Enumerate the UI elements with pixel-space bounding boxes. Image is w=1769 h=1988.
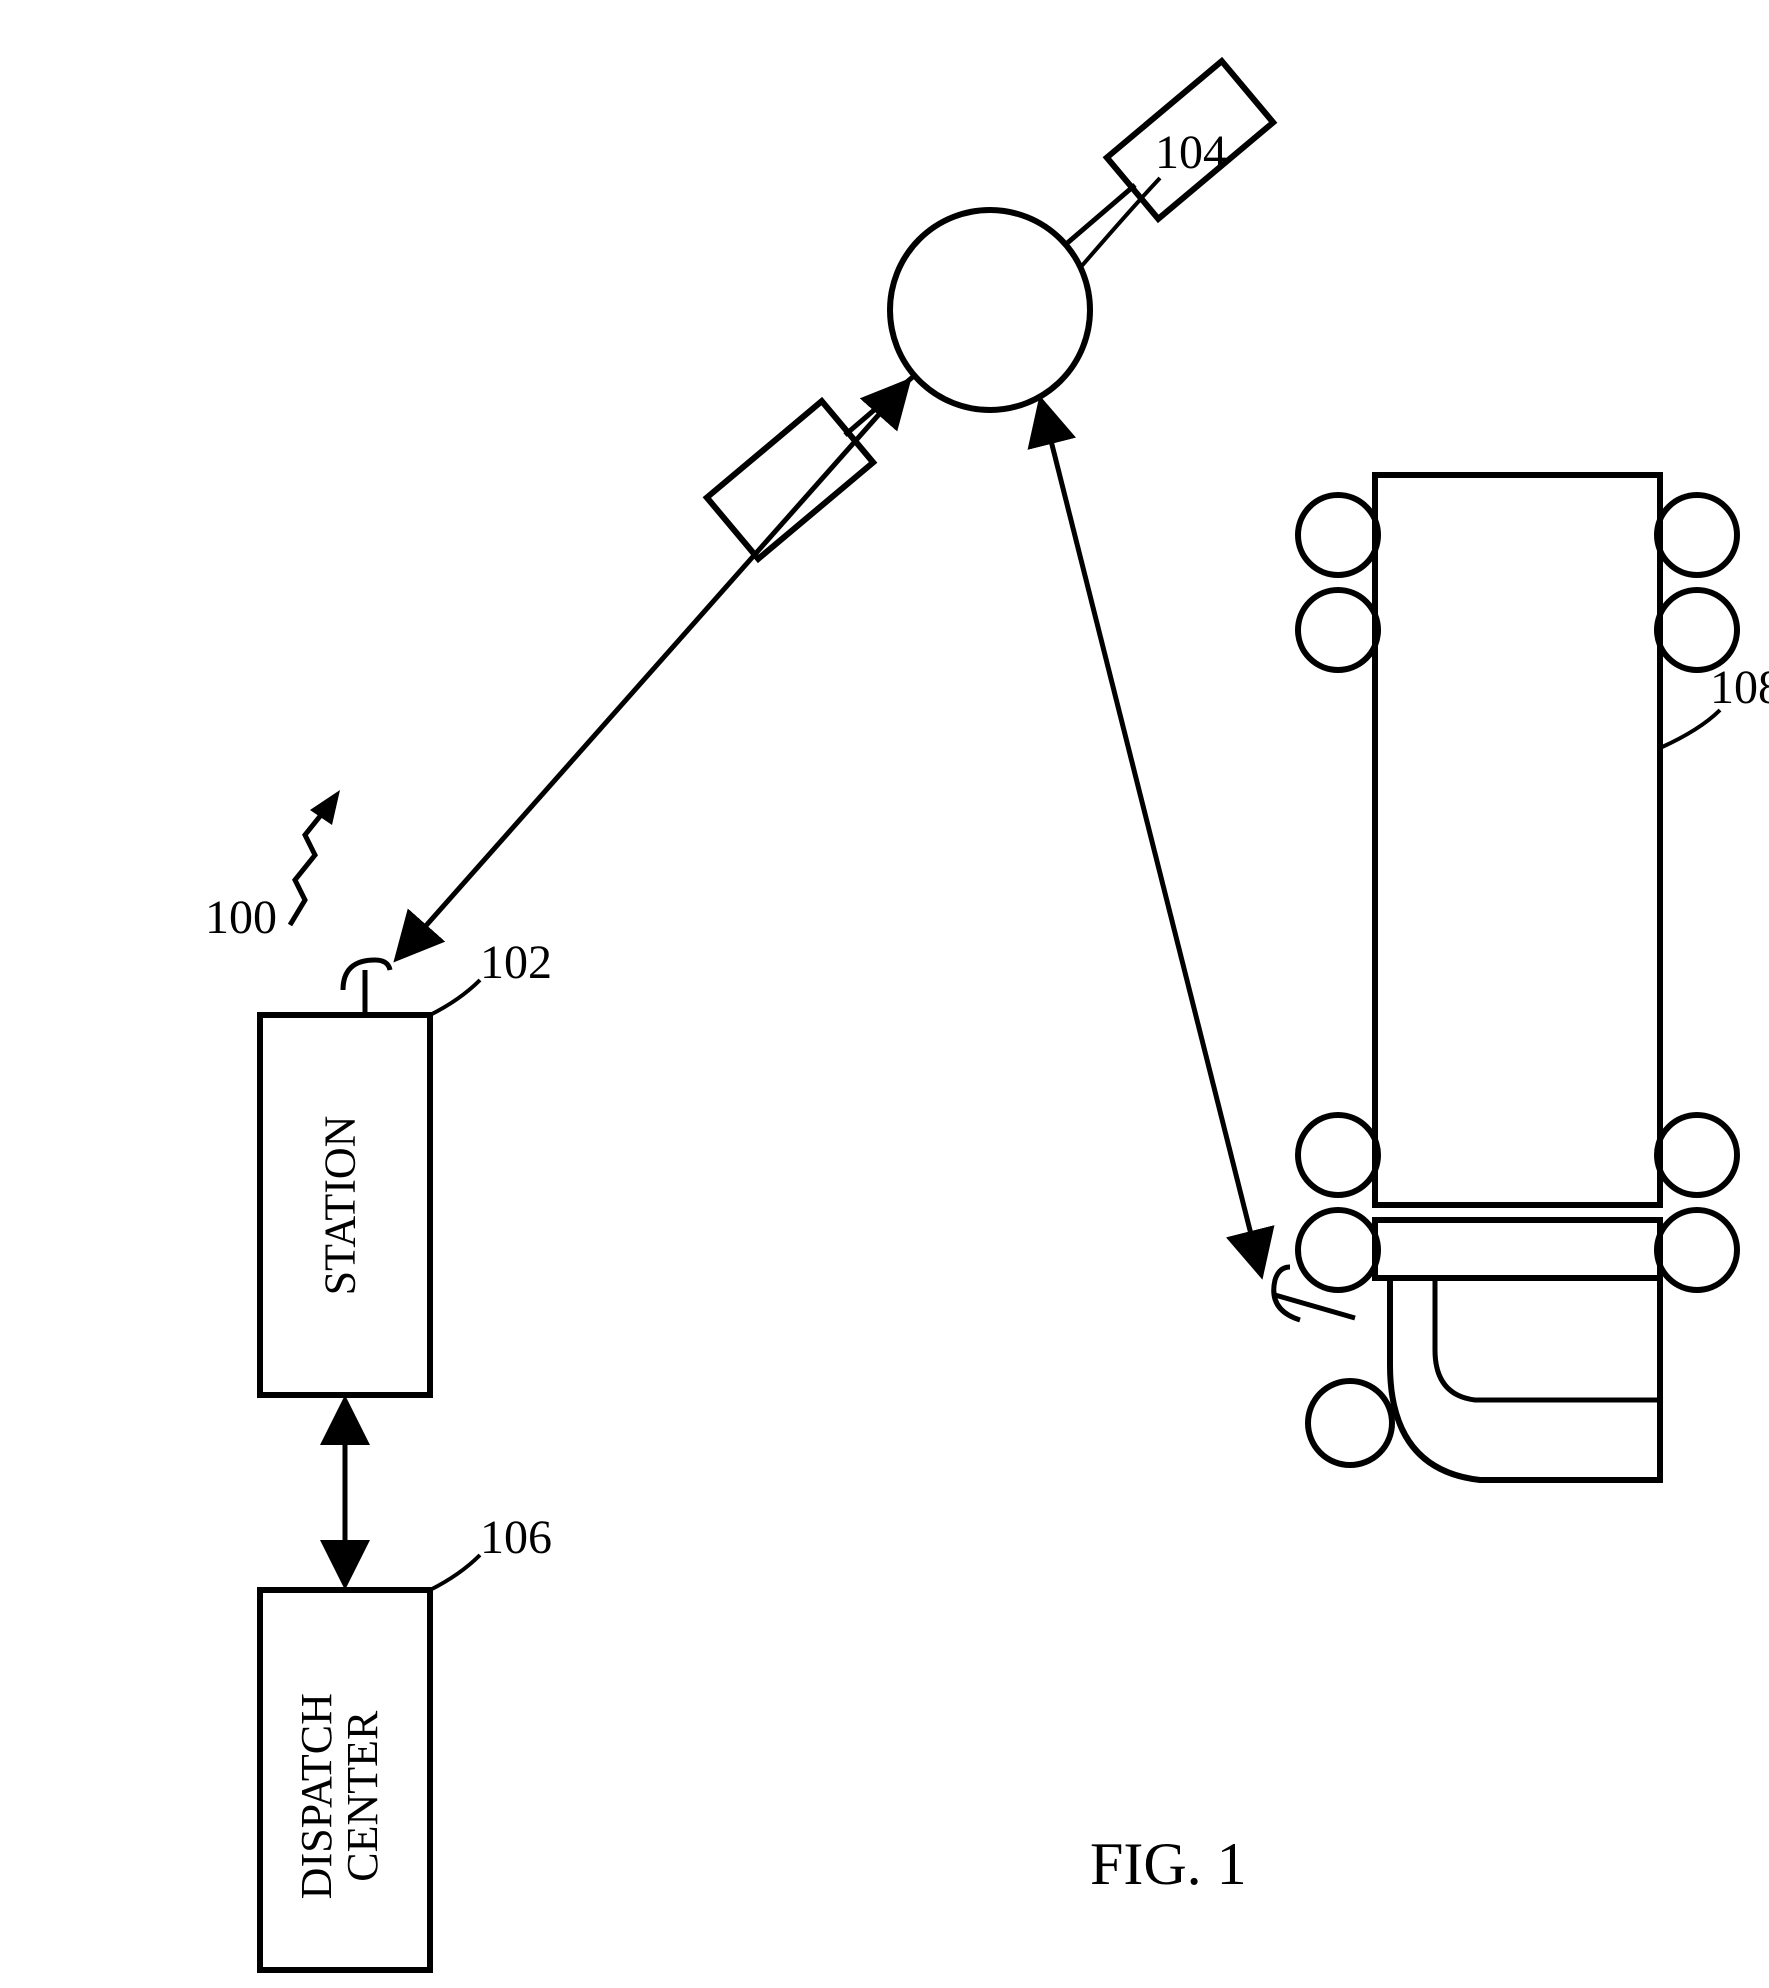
vehicle bbox=[1298, 475, 1737, 1480]
dispatch-ref: 106 bbox=[480, 1510, 552, 1565]
vehicle-ref: 108 bbox=[1710, 660, 1769, 715]
figure-label: FIG. 1 bbox=[1090, 1830, 1247, 1899]
vehicle-ref-leader bbox=[1660, 710, 1720, 748]
dispatch-label: DISPATCH CENTER bbox=[294, 1646, 386, 1946]
system-ref-arrow bbox=[290, 790, 340, 925]
vehicle-antenna bbox=[1274, 1267, 1355, 1320]
system-ref: 100 bbox=[205, 890, 277, 945]
station-label: STATION bbox=[315, 1076, 366, 1336]
station-ref-leader bbox=[430, 980, 480, 1015]
satellite-ref: 104 bbox=[1155, 125, 1227, 180]
station-satellite-link bbox=[400, 385, 905, 955]
station-ref: 102 bbox=[480, 935, 552, 990]
dispatch-ref-leader bbox=[430, 1555, 480, 1590]
station-antenna bbox=[343, 960, 390, 1015]
satellite-vehicle-link bbox=[1042, 405, 1260, 1270]
